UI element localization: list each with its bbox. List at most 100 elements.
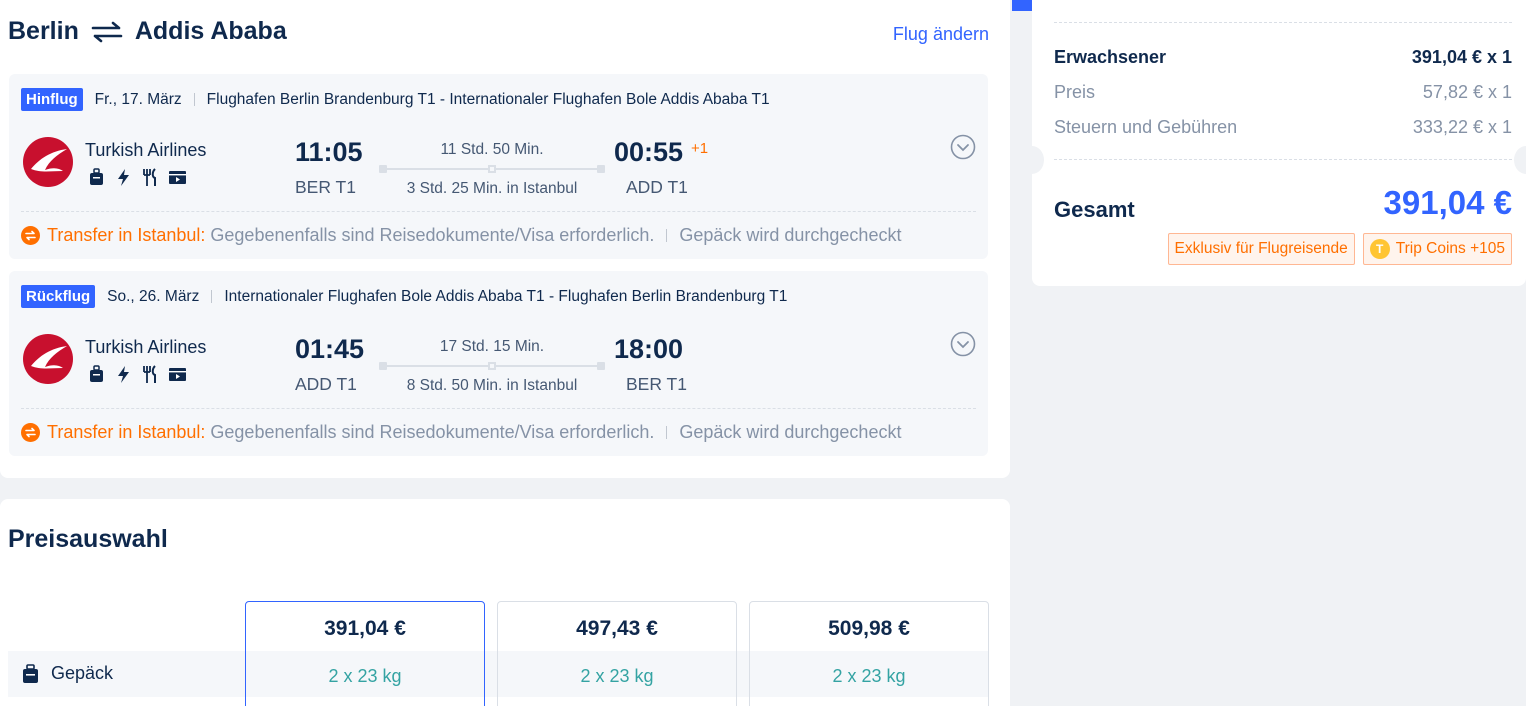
segment-route: Internationaler Flughafen Bole Addis Aba… (224, 287, 788, 305)
fare-selection-card: Preisauswahl Gepäck 391,04 € 2 x 23 kg 4… (0, 499, 1010, 706)
fare-price: 497,43 € (576, 617, 658, 640)
fare-option[interactable]: 509,98 € 2 x 23 kg (749, 601, 989, 706)
price-label: Preis (1054, 82, 1096, 102)
transfer-label: Transfer in Istanbul: (47, 422, 206, 442)
transfer-info: Transfer in Istanbul: Gegebenenfalls sin… (21, 422, 901, 443)
baggage-note: Gepäck wird durchgecheckt (679, 422, 902, 442)
departure-airport: ADD T1 (295, 374, 357, 394)
stopover-info: 3 Std. 25 Min. in Istanbul (406, 180, 578, 197)
tax-label: Steuern und Gebühren (1054, 117, 1238, 137)
departure-airport: BER T1 (295, 177, 356, 197)
total-label: Gesamt (1054, 197, 1135, 222)
luggage-icon (23, 663, 38, 683)
arrival-time: 18:00 (614, 334, 684, 364)
transfer-label: Transfer in Istanbul: (47, 225, 206, 245)
transfer-note: Gegebenenfalls sind Reisedokumente/Visa … (210, 225, 655, 245)
flight-duration: 17 Std. 15 Min. (439, 338, 545, 355)
fare-baggage: 2 x 23 kg (328, 666, 402, 686)
origin-city: Berlin (8, 17, 79, 45)
exclusive-badge-label: Exklusiv für Flugreisende (1174, 240, 1348, 257)
departure-time: 01:45 (295, 334, 365, 364)
adult-value: 391,04 € x 1 (1411, 47, 1512, 67)
transfer-icon (21, 226, 40, 245)
adult-row: Erwachsener 391,04 € x 1 (1054, 47, 1512, 68)
tax-value: 333,22 € x 1 (1412, 117, 1512, 137)
airline-name: Turkish Airlines (85, 337, 207, 357)
stopover-marker (488, 362, 496, 370)
accent-strip (1012, 0, 1032, 11)
inbound-segment: Rückflug So., 26. März Internationaler F… (9, 271, 988, 456)
price-row: Preis 57,82 € x 1 (1054, 82, 1512, 103)
price-summary-card: Erwachsener 391,04 € x 1 Preis 57,82 € x… (1020, 0, 1526, 286)
flight-details-card: Berlin Addis Ababa Flug ändern Hinflug F… (0, 0, 1010, 478)
adult-label: Erwachsener (1054, 47, 1167, 67)
turkish-airlines-logo-icon (23, 137, 73, 187)
luggage-icon (90, 168, 103, 185)
change-flight-link[interactable]: Flug ändern (893, 24, 989, 45)
inbound-tag: Rückflug (21, 285, 96, 308)
amenities (87, 168, 187, 187)
transfer-info: Transfer in Istanbul: Gegebenenfalls sin… (21, 225, 901, 246)
route-title: Berlin Addis Ababa (8, 17, 287, 46)
chevron-down-icon[interactable] (950, 134, 976, 160)
destination-city: Addis Ababa (134, 17, 287, 45)
airline-name: Turkish Airlines (85, 140, 207, 160)
ticket-notch (1020, 146, 1044, 174)
segment-route: Flughafen Berlin Brandenburg T1 - Intern… (206, 90, 770, 108)
fare-baggage: 2 x 23 kg (832, 666, 906, 686)
promo-badges: Exklusiv für Flugreisende T Trip Coins +… (1167, 233, 1512, 265)
trip-coin-icon: T (1369, 239, 1390, 259)
route-line (379, 362, 605, 370)
fare-baggage: 2 x 23 kg (580, 666, 654, 686)
fare-price: 391,04 € (324, 617, 406, 640)
flight-duration: 11 Std. 50 Min. (440, 141, 544, 158)
transfer-note: Gegebenenfalls sind Reisedokumente/Visa … (210, 422, 655, 442)
baggage-row-label: Gepäck (22, 663, 113, 684)
divider (1054, 22, 1512, 23)
segment-header: Rückflug So., 26. März Internationaler F… (21, 285, 787, 308)
trip-coins-label: Trip Coins +105 (1395, 240, 1505, 257)
divider (21, 211, 976, 212)
segment-date: So., 26. März (107, 287, 200, 305)
arrival-airport: BER T1 (626, 374, 687, 394)
meal-icon (143, 168, 156, 186)
segment-date: Fr., 17. März (94, 90, 182, 108)
divider (666, 426, 668, 439)
round-trip-arrows-icon (91, 21, 123, 42)
route-line (379, 165, 605, 173)
entertainment-icon (169, 368, 186, 381)
amenities (87, 365, 187, 384)
entertainment-icon (169, 171, 186, 184)
arrival-airport: ADD T1 (626, 177, 688, 197)
stopover-info: 8 Std. 50 Min. in Istanbul (406, 377, 578, 394)
divider (211, 290, 213, 303)
luggage-icon (90, 365, 103, 382)
chevron-down-icon[interactable] (950, 331, 976, 357)
ticket-notch (1514, 146, 1526, 174)
segment-header: Hinflug Fr., 17. März Flughafen Berlin B… (21, 88, 770, 111)
divider (21, 408, 976, 409)
divider (193, 93, 195, 106)
turkish-airlines-logo-icon (23, 334, 73, 384)
baggage-label: Gepäck (51, 663, 114, 683)
power-outlet-icon (118, 169, 129, 186)
power-outlet-icon (118, 366, 129, 383)
transfer-icon (21, 423, 40, 442)
divider (1054, 159, 1512, 160)
day-offset: +1 (691, 140, 709, 157)
departure-time: 11:05 (295, 137, 363, 167)
tax-row: Steuern und Gebühren 333,22 € x 1 (1054, 117, 1512, 138)
fare-price: 509,98 € (828, 617, 910, 640)
fare-option[interactable]: 391,04 € 2 x 23 kg (245, 601, 485, 706)
stopover-marker (488, 165, 496, 173)
arrival-time: 00:55 (614, 137, 684, 167)
meal-icon (143, 365, 156, 383)
fare-section-title: Preisauswahl (8, 525, 168, 553)
divider (666, 229, 668, 242)
fare-option[interactable]: 497,43 € 2 x 23 kg (497, 601, 737, 706)
outbound-tag: Hinflug (21, 88, 83, 111)
outbound-segment: Hinflug Fr., 17. März Flughafen Berlin B… (9, 74, 988, 259)
price-value: 57,82 € x 1 (1422, 82, 1512, 102)
total-price: 391,04 € (1383, 184, 1512, 221)
trip-coins-badge: T Trip Coins +105 (1362, 233, 1512, 265)
